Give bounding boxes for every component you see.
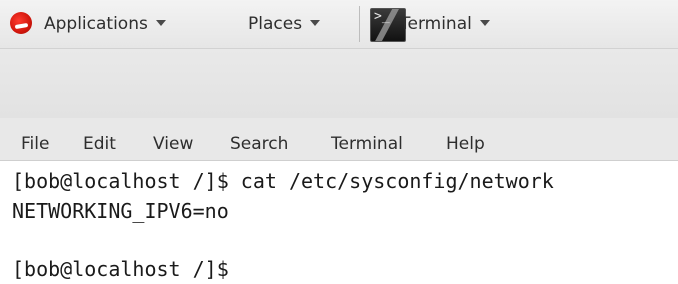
menu-search[interactable]: Search — [230, 118, 288, 160]
applications-menu-label: Applications — [44, 14, 148, 34]
menu-view[interactable]: View — [153, 118, 193, 160]
terminal-taskbar-label: Terminal — [400, 14, 472, 34]
redhat-logo-icon — [10, 12, 32, 34]
terminal-output-area[interactable]: [bob@localhost /]$ cat /etc/sysconfig/ne… — [0, 161, 678, 284]
menu-edit[interactable]: Edit — [83, 118, 116, 160]
menu-file[interactable]: File — [21, 118, 49, 160]
applications-menu[interactable]: Applications — [4, 0, 166, 48]
terminal-line: NETWORKING_IPV6=no — [12, 199, 229, 223]
terminal-window-titlebar[interactable] — [0, 49, 678, 118]
menu-terminal[interactable]: Terminal — [331, 118, 403, 160]
places-menu-label: Places — [248, 14, 303, 34]
chevron-down-icon — [479, 20, 490, 26]
menu-help[interactable]: Help — [446, 118, 485, 160]
desktop-screen: Applications Places >_ Terminal File Edi… — [0, 0, 678, 284]
terminal-prompt-glyph: >_ — [374, 9, 390, 24]
panel-separator — [359, 6, 360, 42]
terminal-menubar: File Edit View Search Terminal Help — [0, 118, 678, 161]
terminal-line: [bob@localhost /]$ cat /etc/sysconfig/ne… — [12, 169, 554, 193]
chevron-down-icon — [155, 20, 166, 26]
chevron-down-icon — [310, 20, 321, 26]
top-panel: Applications Places >_ Terminal — [0, 0, 678, 49]
places-menu[interactable]: Places — [248, 0, 321, 48]
terminal-prompt-line: [bob@localhost /]$ — [12, 257, 229, 281]
